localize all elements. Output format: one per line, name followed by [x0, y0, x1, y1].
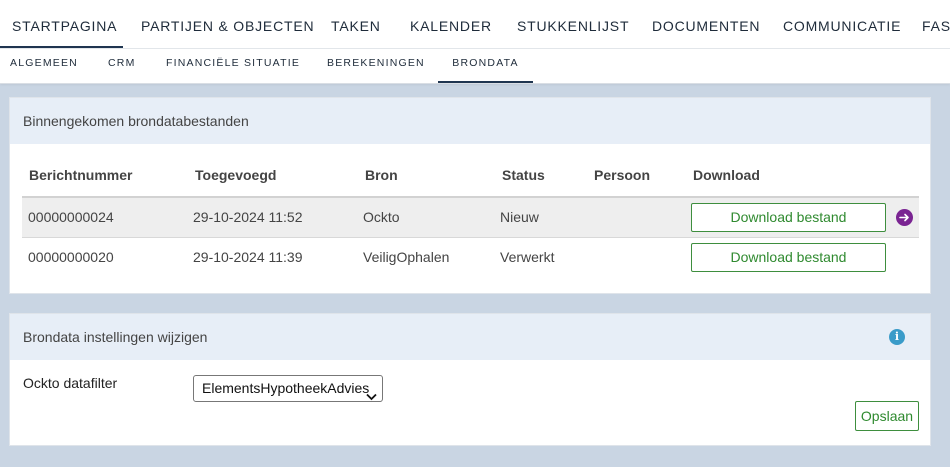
subtab-financiele-situatie[interactable]: FINANCIËLE SITUATIE — [166, 49, 300, 83]
tab-startpagina[interactable]: STARTPAGINA — [0, 0, 123, 48]
panel-title: Brondata instellingen wijzigen i — [10, 314, 930, 360]
download-file-button[interactable]: Download bestand — [691, 243, 886, 272]
tab-partijen-objecten[interactable]: PARTIJEN & OBJECTEN — [141, 0, 314, 48]
column-header: Download — [693, 167, 760, 183]
files-table: Berichtnummer Toegevoegd Bron Status Per… — [10, 144, 930, 293]
column-header: Bron — [365, 167, 398, 183]
main-navigation: STARTPAGINA PARTIJEN & OBJECTEN TAKEN KA… — [0, 0, 950, 49]
ockto-filter-select[interactable]: ElementsHypotheekAdvies — [193, 375, 383, 402]
berichtnummer-cell: 00000000020 — [28, 249, 114, 265]
ockto-filter-label: Ockto datafilter — [23, 375, 118, 391]
selected-value: ElementsHypotheekAdvies — [202, 380, 370, 396]
bron-cell: VeiligOphalen — [363, 249, 450, 265]
status-cell: Nieuw — [500, 209, 539, 225]
toegevoegd-cell: 29-10-2024 11:39 — [193, 249, 303, 265]
tab-taken[interactable]: TAKEN — [331, 0, 381, 48]
tab-communicatie[interactable]: COMMUNICATIE — [783, 0, 901, 48]
download-file-button[interactable]: Download bestand — [691, 203, 886, 232]
status-cell: Verwerkt — [500, 249, 555, 265]
tab-documenten[interactable]: DOCUMENTEN — [652, 0, 760, 48]
chevron-down-icon — [366, 384, 377, 409]
tab-fast[interactable]: FAST — [922, 0, 950, 48]
brondata-settings-panel: Brondata instellingen wijzigen i Ockto d… — [9, 313, 931, 446]
berichtnummer-cell: 00000000024 — [28, 209, 114, 225]
bron-cell: Ockto — [363, 209, 400, 225]
column-header: Berichtnummer — [29, 167, 133, 183]
tab-stukkenlijst[interactable]: STUKKENLIJST — [517, 0, 629, 48]
tab-kalender[interactable]: KALENDER — [410, 0, 492, 48]
column-header: Status — [502, 167, 545, 183]
arrow-right-circle-icon[interactable] — [896, 209, 913, 226]
toegevoegd-cell: 29-10-2024 11:52 — [193, 209, 303, 225]
table-row: 00000000024 29-10-2024 11:52 Ockto Nieuw… — [22, 196, 919, 237]
subtab-berekeningen[interactable]: BEREKENINGEN — [327, 49, 425, 83]
table-row: 00000000020 29-10-2024 11:39 VeiligOphal… — [22, 237, 919, 278]
subtab-crm[interactable]: CRM — [108, 49, 136, 83]
subtab-brondata[interactable]: BRONDATA — [438, 49, 533, 83]
panel-title: Binnengekomen brondatabestanden — [10, 98, 930, 144]
incoming-files-panel: Binnengekomen brondatabestanden Berichtn… — [9, 97, 931, 294]
column-header: Persoon — [594, 167, 651, 183]
settings-title: Brondata instellingen wijzigen — [23, 329, 208, 345]
save-button[interactable]: Opslaan — [855, 401, 919, 431]
subtab-algemeen[interactable]: ALGEMEEN — [10, 49, 78, 83]
sub-navigation: ALGEMEEN CRM FINANCIËLE SITUATIE BEREKEN… — [0, 49, 950, 84]
info-icon[interactable]: i — [889, 329, 905, 345]
column-header: Toegevoegd — [195, 167, 277, 183]
